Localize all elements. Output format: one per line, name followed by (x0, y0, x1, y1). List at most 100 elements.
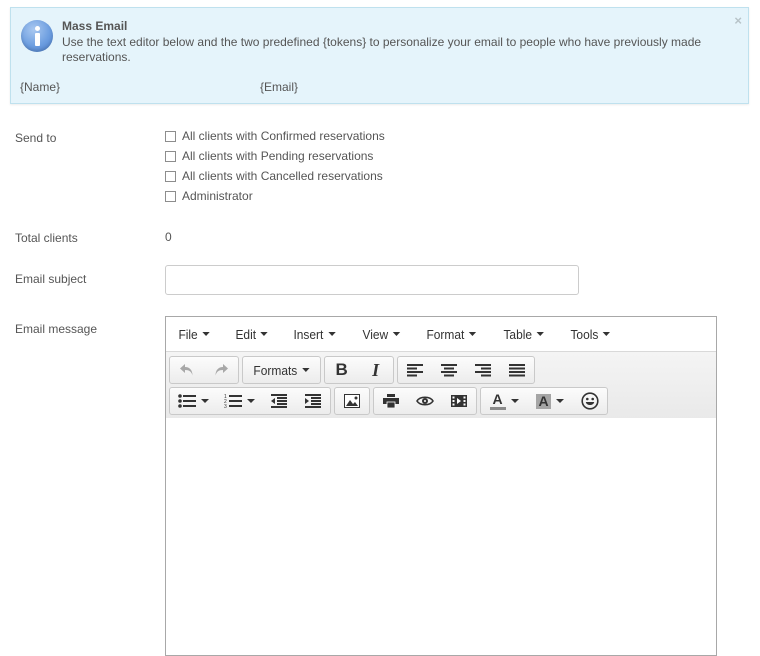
media-icon (451, 395, 467, 407)
notice-description: Use the text editor below and the two pr… (62, 35, 702, 64)
history-group (169, 356, 239, 384)
caret-down-icon (603, 332, 611, 336)
image-group (334, 387, 370, 415)
editor-menubar: File Edit Insert View Format Table Tools (166, 317, 716, 352)
menu-label: Format (426, 326, 465, 342)
style-group: B I (323, 356, 394, 384)
emoticons-icon (581, 392, 599, 410)
checkbox-box[interactable] (165, 190, 176, 202)
menu-label: Tools (570, 326, 599, 342)
preview-icon (416, 396, 434, 406)
close-icon[interactable]: × (734, 13, 742, 28)
caret-down-icon (536, 332, 544, 336)
color-emoticon-group: A A (480, 387, 608, 415)
total-clients-value: 0 (165, 230, 172, 244)
align-justify-icon (508, 364, 525, 377)
mass-email-notice: Mass Email Use the text editor below and… (10, 7, 749, 104)
align-center-icon (440, 364, 457, 377)
bold-button[interactable]: B (325, 357, 359, 383)
token-name[interactable]: {Name} (20, 80, 60, 94)
bg-color-glyph: A (538, 392, 549, 409)
insert-image-button[interactable] (335, 388, 369, 414)
bullet-list-icon (177, 394, 196, 408)
info-icon (21, 20, 53, 52)
numbered-list-button[interactable]: 123 (216, 388, 262, 414)
bullet-list-button[interactable] (170, 388, 216, 414)
email-subject-input[interactable] (165, 265, 579, 295)
image-icon (344, 394, 360, 408)
token-email[interactable]: {Email} (260, 80, 298, 94)
menu-view[interactable]: View (356, 327, 407, 342)
formats-dropdown[interactable]: Formats (246, 357, 317, 383)
checkbox-box[interactable] (165, 150, 176, 162)
menu-insert[interactable]: Insert (287, 327, 342, 342)
print-preview-media-group (373, 387, 477, 415)
checkbox-label: All clients with Pending reservations (182, 149, 374, 163)
menu-tools[interactable]: Tools (564, 327, 617, 342)
text-color-button[interactable]: A (481, 388, 527, 414)
background-color-icon: A (536, 392, 551, 409)
checkbox-label: Administrator (182, 189, 253, 203)
menu-edit[interactable]: Edit (229, 327, 274, 342)
text-color-glyph: A (492, 390, 503, 407)
caret-down-icon (392, 332, 400, 336)
undo-button[interactable] (170, 357, 204, 383)
checkbox-box[interactable] (165, 170, 176, 182)
numbered-list-icon: 123 (224, 394, 242, 408)
background-color-button[interactable]: A (527, 388, 573, 414)
redo-icon (215, 364, 228, 376)
caret-down-icon (200, 399, 209, 403)
checkbox-box[interactable] (165, 130, 176, 142)
italic-button[interactable]: I (359, 357, 393, 383)
notice-title: Mass Email (62, 19, 128, 33)
svg-text:3: 3 (224, 404, 227, 408)
formats-label: Formats (253, 362, 298, 378)
outdent-icon (271, 394, 287, 408)
caret-down-icon (468, 332, 477, 336)
text-color-swatch (489, 406, 506, 410)
redo-button[interactable] (204, 357, 238, 383)
text-color-icon: A (489, 390, 506, 410)
checkbox-pending[interactable]: All clients with Pending reservations (165, 149, 373, 163)
checkbox-cancelled[interactable]: All clients with Cancelled reservations (165, 169, 383, 183)
print-icon (383, 394, 399, 408)
preview-button[interactable] (408, 388, 442, 414)
undo-icon (180, 364, 193, 376)
align-justify-button[interactable] (500, 357, 534, 383)
list-indent-group: 123 (169, 387, 331, 415)
caret-down-icon (555, 399, 564, 403)
indent-button[interactable] (296, 388, 330, 414)
editor-toolbar: Formats B I 1 2 3 A A (166, 352, 716, 420)
send-to-label: Send to (15, 131, 57, 145)
menu-format[interactable]: Format (420, 327, 483, 342)
indent-icon (305, 394, 321, 408)
align-left-button[interactable] (398, 357, 432, 383)
outdent-button[interactable] (262, 388, 296, 414)
caret-down-icon (202, 332, 210, 336)
formats-group: Formats (242, 356, 321, 384)
menu-label: File (178, 326, 198, 342)
email-message-label: Email message (15, 322, 98, 336)
caret-down-icon (328, 332, 336, 336)
checkbox-confirmed[interactable]: All clients with Confirmed reservations (165, 129, 385, 143)
checkbox-administrator[interactable]: Administrator (165, 189, 253, 203)
editor-content-area[interactable] (166, 418, 716, 655)
align-right-button[interactable] (466, 357, 500, 383)
checkbox-label: All clients with Confirmed reservations (182, 129, 385, 143)
menu-label: Table (503, 326, 533, 342)
italic-icon: I (372, 359, 380, 380)
menu-file[interactable]: File (172, 327, 216, 342)
caret-down-icon (260, 332, 268, 336)
toolbar-row-1: Formats B I (169, 355, 713, 385)
menu-label: View (362, 326, 389, 342)
caret-down-icon (246, 399, 255, 403)
alignment-group (396, 356, 535, 384)
emoticons-button[interactable] (573, 388, 607, 414)
insert-media-button[interactable] (442, 388, 476, 414)
checkbox-label: All clients with Cancelled reservations (182, 169, 383, 183)
print-button[interactable] (374, 388, 408, 414)
menu-table[interactable]: Table (497, 327, 550, 342)
align-center-button[interactable] (432, 357, 466, 383)
align-left-icon (406, 364, 423, 377)
bold-icon: B (335, 360, 348, 379)
